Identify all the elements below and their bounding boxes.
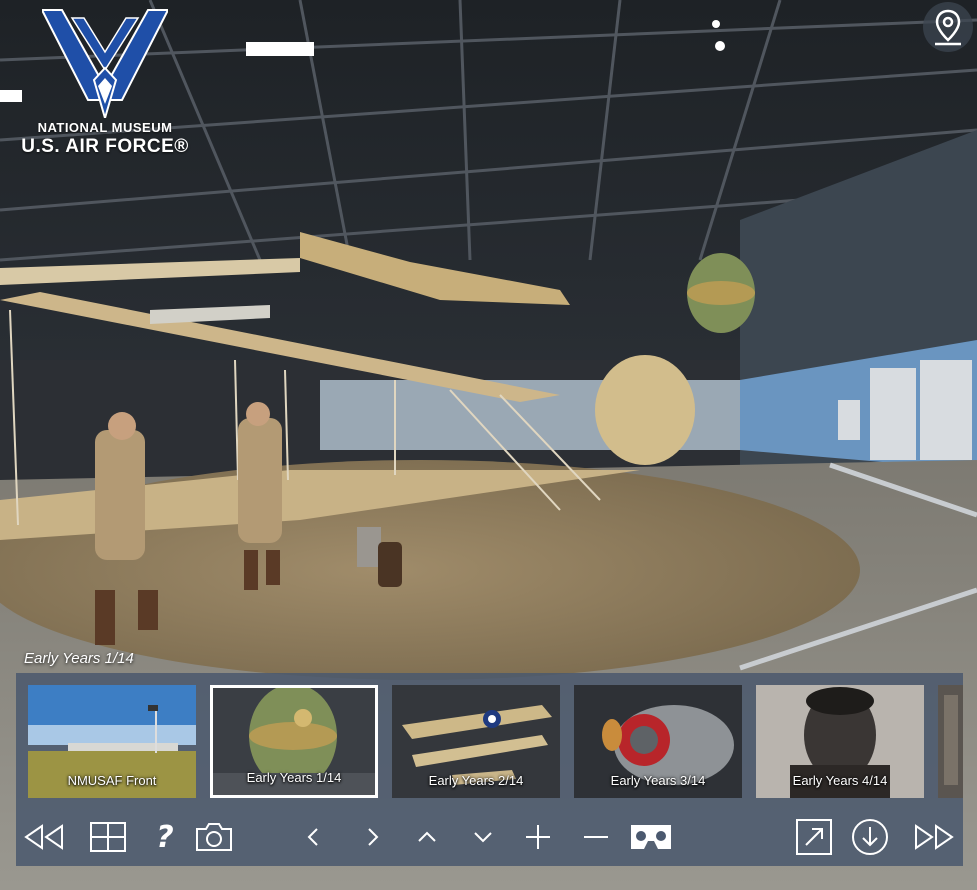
camera-button[interactable] (192, 817, 236, 857)
pan-left-button[interactable] (298, 817, 328, 857)
fullscreen-button[interactable] (794, 817, 834, 857)
chevron-up-icon (418, 831, 436, 842)
chevron-left-icon (307, 828, 318, 846)
fast-forward-icon (915, 824, 954, 850)
help-icon: ? (156, 819, 174, 855)
grid-icon (90, 822, 126, 852)
logo-line-1: NATIONAL MUSEUM (37, 120, 173, 135)
thumbnail-strip[interactable]: NMUSAF Front Early Years 1/14 Early Year… (28, 685, 963, 798)
thumbnail-label: Early Years 2/14 (428, 773, 524, 788)
chevron-right-icon (368, 828, 379, 846)
thumbnail-image (938, 685, 963, 798)
map-pin-icon (935, 9, 961, 46)
zoom-in-icon (526, 825, 550, 849)
thumbnail-early-years-2[interactable]: Early Years 2/14 (392, 685, 560, 798)
pan-down-button[interactable] (468, 817, 498, 857)
thumbnails-toggle-button[interactable] (88, 817, 128, 857)
thumbnail-nmusaf-front[interactable]: NMUSAF Front (28, 685, 196, 798)
air-force-wings-icon (42, 9, 168, 118)
help-button[interactable]: ? (150, 817, 180, 857)
thumbnail-next-partial[interactable] (938, 685, 963, 798)
zoom-in-button[interactable] (522, 817, 554, 857)
vr-mode-button[interactable] (626, 817, 676, 857)
thumbnail-early-years-3[interactable]: Early Years 3/14 (574, 685, 742, 798)
toolbar: ? (16, 813, 963, 861)
rewind-button[interactable] (22, 817, 66, 857)
thumbnail-early-years-4[interactable]: Early Years 4/14 (756, 685, 924, 798)
zoom-out-icon (584, 836, 608, 838)
map-button[interactable] (923, 2, 973, 52)
zoom-out-button[interactable] (580, 817, 612, 857)
camera-icon (196, 823, 232, 851)
chevron-down-icon (474, 832, 492, 843)
logo-line-2: U.S. AIR FORCE® (21, 136, 189, 157)
vr-headset-icon (631, 825, 671, 849)
control-panel: NMUSAF Front Early Years 1/14 Early Year… (16, 673, 963, 866)
pan-right-button[interactable] (358, 817, 388, 857)
thumbnail-label: Early Years 1/14 (246, 770, 342, 785)
download-button[interactable] (850, 817, 890, 857)
thumbnail-label: Early Years 4/14 (792, 773, 888, 788)
panorama-viewer[interactable]: NATIONAL MUSEUM U.S. AIR FORCE® Early Ye… (0, 0, 977, 890)
pan-up-button[interactable] (412, 817, 442, 857)
thumbnail-label: NMUSAF Front (67, 773, 157, 788)
download-icon (852, 819, 888, 855)
fullscreen-icon (796, 819, 832, 855)
rewind-icon (24, 824, 63, 850)
scene-caption: Early Years 1/14 (24, 650, 134, 667)
museum-logo[interactable]: NATIONAL MUSEUM U.S. AIR FORCE® (10, 8, 200, 160)
fast-forward-button[interactable] (912, 817, 956, 857)
thumbnail-label: Early Years 3/14 (610, 773, 706, 788)
thumbnail-early-years-1[interactable]: Early Years 1/14 (210, 685, 378, 798)
